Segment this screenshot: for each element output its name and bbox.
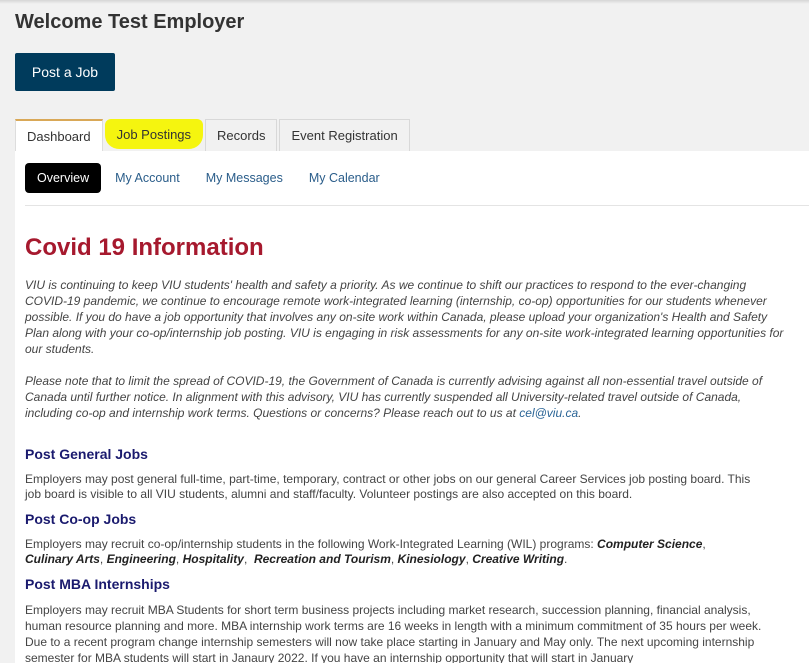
tab-event-registration[interactable]: Event Registration [279, 119, 410, 151]
tab-records[interactable]: Records [205, 119, 278, 151]
tab-job-postings[interactable]: Job Postings [104, 119, 204, 149]
coop-intro: Employers may recruit co-op/internship s… [25, 537, 598, 551]
tab-dashboard[interactable]: Dashboard [15, 119, 103, 152]
period: . [578, 406, 582, 420]
program-creative-writing: Creative Writing [472, 552, 565, 566]
dashboard-panel: Overview My Account My Messages My Calen… [15, 151, 809, 663]
post-a-job-button[interactable]: Post a Job [15, 53, 115, 91]
post-general-jobs-title: Post General Jobs [25, 446, 148, 462]
program-kinesiology: Kinesiology [397, 552, 466, 566]
program-recreation-tourism: Recreation and Tourism [253, 552, 391, 566]
program-hospitality: Hospitality [182, 552, 244, 566]
post-mba-internships-text: Employers may recruit MBA Students for s… [25, 603, 762, 663]
subnav-my-account[interactable]: My Account [102, 163, 193, 193]
subnav-overview[interactable]: Overview [25, 163, 102, 193]
sub-navigation: Overview My Account My Messages My Calen… [25, 163, 393, 193]
post-coop-jobs-text: Employers may recruit co-op/internship s… [25, 537, 706, 566]
covid-paragraph-2: Please note that to limit the spread of … [25, 373, 785, 421]
program-engineering: Engineering [106, 552, 176, 566]
post-mba-internships-title: Post MBA Internships [25, 576, 170, 592]
welcome-heading: Welcome Test Employer [15, 11, 245, 33]
subnav-my-messages[interactable]: My Messages [193, 163, 296, 193]
covid-paragraph-2-text: Please note that to limit the spread of … [25, 374, 763, 420]
email-link[interactable]: cel@viu.ca [519, 406, 578, 420]
subnav-my-calendar[interactable]: My Calendar [296, 163, 393, 193]
covid-title: Covid 19 Information [25, 234, 264, 261]
main-tabs: Dashboard Job Postings Records Event Reg… [15, 119, 412, 152]
covid-paragraph-1: VIU is continuing to keep VIU students' … [25, 278, 784, 356]
top-shadow [0, 0, 809, 4]
subnav-divider [25, 205, 809, 206]
post-general-jobs-text: Employers may post general full-time, pa… [25, 472, 751, 501]
program-culinary-arts: Culinary Arts [25, 552, 100, 566]
post-coop-jobs-title: Post Co-op Jobs [25, 511, 137, 527]
program-computer-science: Computer Science [597, 537, 703, 551]
